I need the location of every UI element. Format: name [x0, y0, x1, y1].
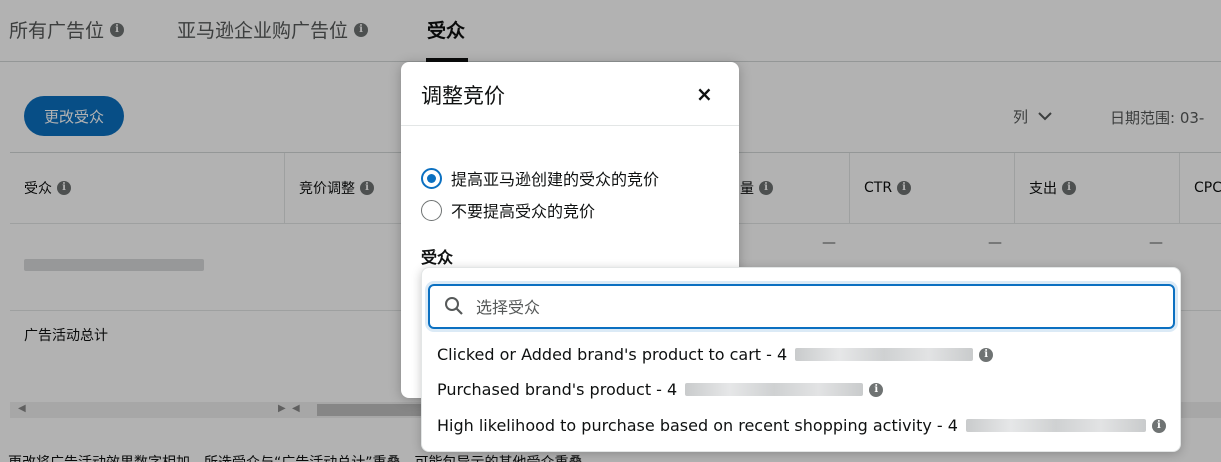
search-icon — [445, 297, 463, 315]
radio-label: 提高亚马逊创建的受众的竞价 — [451, 170, 660, 189]
info-icon[interactable]: i — [869, 382, 884, 397]
info-icon[interactable]: i — [979, 347, 994, 362]
redacted-count — [685, 383, 864, 396]
option-label: Clicked or Added brand's product to cart… — [437, 345, 788, 364]
audience-option[interactable]: High likelihood to purchase based on rec… — [437, 416, 1166, 435]
audience-search-box[interactable] — [428, 284, 1175, 329]
redacted-count — [965, 419, 1146, 432]
radio-no-increase[interactable]: 不要提高受众的竞价 — [421, 198, 595, 222]
modal-title: 调整竞价 — [421, 84, 505, 108]
audience-search-input[interactable] — [476, 294, 1156, 320]
radio-label: 不要提高受众的竞价 — [451, 202, 596, 221]
audience-dropdown: Clicked or Added brand's product to cart… — [421, 267, 1181, 452]
redacted-count — [795, 348, 974, 361]
audience-field-label: 受众 — [421, 248, 454, 267]
option-label: High likelihood to purchase based on rec… — [437, 416, 958, 435]
info-icon[interactable]: i — [1151, 418, 1166, 433]
radio-unchecked-icon[interactable] — [421, 199, 442, 221]
close-icon[interactable]: × — [696, 82, 713, 106]
option-label: Purchased brand's product - 4 — [437, 380, 678, 399]
radio-checked-icon[interactable] — [421, 167, 442, 189]
audience-option[interactable]: Clicked or Added brand's product to cart… — [437, 345, 994, 364]
modal-header: 调整竞价 × — [401, 62, 739, 126]
audience-option[interactable]: Purchased brand's product - 4 i — [437, 380, 884, 399]
radio-increase-bid[interactable]: 提高亚马逊创建的受众的竞价 — [421, 166, 659, 190]
